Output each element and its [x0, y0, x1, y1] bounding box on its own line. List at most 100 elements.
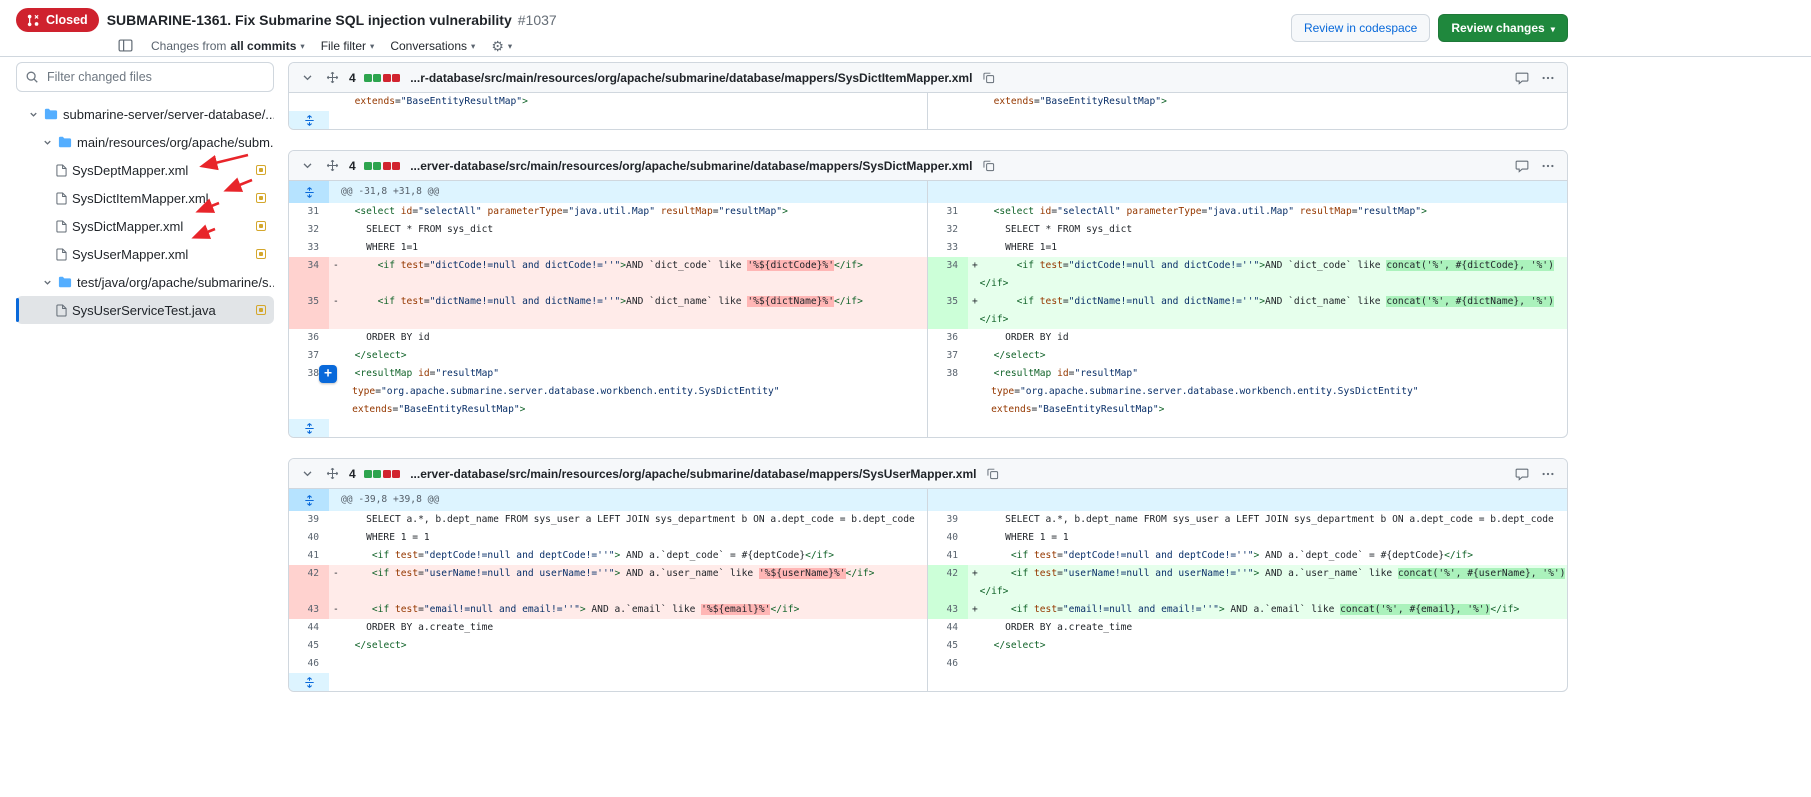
diff-sign: [968, 239, 982, 257]
line-number[interactable]: 35: [928, 293, 968, 329]
line-number[interactable]: 38: [928, 365, 968, 419]
drag-handle-icon[interactable]: [324, 465, 341, 482]
tree-file-item[interactable]: SysDictItemMapper.xml: [16, 184, 274, 212]
line-number[interactable]: 37: [928, 347, 968, 365]
tree-folder-item[interactable]: main/resources/org/apache/subm...: [16, 128, 274, 156]
line-number[interactable]: 32: [289, 221, 329, 239]
code-cell: [329, 655, 927, 673]
line-number[interactable]: 36: [289, 329, 329, 347]
file-menu-button[interactable]: [1539, 157, 1557, 175]
line-number[interactable]: 31: [289, 203, 329, 221]
diff-sign: +: [968, 257, 982, 275]
file-filter-dropdown[interactable]: File filter ▾: [321, 39, 375, 53]
comment-button[interactable]: [1513, 157, 1531, 175]
diff-line: 33 WHERE 1=133 WHERE 1=1: [289, 239, 1567, 257]
copy-path-button[interactable]: [984, 465, 1001, 482]
tree-item-label: main/resources/org/apache/subm...: [77, 135, 274, 150]
line-number[interactable]: [928, 93, 968, 111]
filter-changed-files-input[interactable]: [16, 62, 274, 92]
line-number[interactable]: 45: [928, 637, 968, 655]
review-in-codespace-button[interactable]: Review in codespace: [1291, 14, 1430, 42]
conversations-dropdown[interactable]: Conversations ▾: [390, 39, 475, 53]
line-number[interactable]: [289, 93, 329, 111]
line-number[interactable]: 37: [289, 347, 329, 365]
line-number[interactable]: 34: [289, 257, 329, 293]
file-icon: [56, 248, 67, 261]
expand-hunk-button[interactable]: [289, 181, 329, 203]
line-number[interactable]: 46: [928, 655, 968, 673]
tree-item-label: test/java/org/apache/submarine/s...: [77, 275, 274, 290]
code-cell: - <if test="userName!=null and userName!…: [329, 565, 927, 601]
diff-sign: [968, 203, 982, 221]
line-number[interactable]: 43: [289, 601, 329, 619]
file-tree-toggle-button[interactable]: [116, 36, 135, 55]
collapse-file-button[interactable]: [299, 157, 316, 174]
line-number[interactable]: 39: [289, 511, 329, 529]
line-number[interactable]: 33: [289, 239, 329, 257]
review-changes-button[interactable]: Review changes ▾: [1438, 14, 1568, 42]
pr-actions: Review in codespace Review changes ▾: [1291, 14, 1568, 42]
line-number[interactable]: 36: [928, 329, 968, 347]
code-cell: <resultMap id="resultMap" type="org.apac…: [968, 365, 1567, 419]
line-number[interactable]: 32: [928, 221, 968, 239]
diffstat-square: [364, 470, 372, 478]
diff-sign: [329, 619, 343, 637]
collapse-file-button[interactable]: [299, 69, 316, 86]
diff-line: extends="BaseEntityResultMap"> extends="…: [289, 93, 1567, 111]
collapse-file-button[interactable]: [299, 465, 316, 482]
drag-handle-icon[interactable]: [324, 69, 341, 86]
changes-from-dropdown[interactable]: Changes from all commits ▾: [151, 39, 305, 53]
line-number[interactable]: 41: [289, 547, 329, 565]
code-cell: <if test="deptCode!=null and deptCode!='…: [968, 547, 1567, 565]
line-number[interactable]: 31: [928, 203, 968, 221]
drag-handle-icon[interactable]: [324, 157, 341, 174]
code-cell: extends="BaseEntityResultMap">: [329, 93, 927, 111]
diff-line: 38 <resultMap id="resultMap" type="org.a…: [289, 365, 1567, 419]
expand-hunk-button[interactable]: [289, 489, 329, 511]
diffstat-square: [392, 470, 400, 478]
line-number[interactable]: 44: [289, 619, 329, 637]
line-number[interactable]: 46: [289, 655, 329, 673]
line-number[interactable]: 42: [289, 565, 329, 601]
line-number[interactable]: 35: [289, 293, 329, 329]
file-path: ...erver-database/src/main/resources/org…: [410, 467, 976, 481]
expand-diff-button[interactable]: [289, 419, 329, 437]
diff-settings-dropdown[interactable]: ⚙ ▾: [491, 39, 512, 53]
comment-button[interactable]: [1513, 69, 1531, 87]
tree-item-label: SysUserServiceTest.java: [72, 303, 216, 318]
line-number[interactable]: 43: [928, 601, 968, 619]
file-menu-button[interactable]: [1539, 465, 1557, 483]
file-menu-button[interactable]: [1539, 69, 1557, 87]
line-number[interactable]: 39: [928, 511, 968, 529]
tree-folder-item[interactable]: submarine-server/server-database/...: [16, 100, 274, 128]
tree-file-item[interactable]: SysUserServiceTest.java: [16, 296, 274, 324]
expand-diff-button[interactable]: [289, 111, 329, 129]
tree-file-item[interactable]: SysUserMapper.xml: [16, 240, 274, 268]
diff-line: 31 <select id="selectAll" parameterType=…: [289, 203, 1567, 221]
diff-line: 37 </select>37 </select>: [289, 347, 1567, 365]
tree-file-item[interactable]: SysDeptMapper.xml: [16, 156, 274, 184]
copy-path-button[interactable]: [980, 69, 997, 86]
diff-sign: [968, 547, 982, 565]
code-cell: + <if test="dictName!=null and dictName!…: [968, 293, 1567, 329]
add-comment-button[interactable]: +: [319, 365, 337, 383]
line-number[interactable]: 42: [928, 565, 968, 601]
tree-item-label: SysDictMapper.xml: [72, 219, 183, 234]
diff-sign: +: [968, 293, 982, 311]
copy-path-button[interactable]: [980, 157, 997, 174]
line-number[interactable]: 34: [928, 257, 968, 293]
code-cell: WHERE 1=1: [329, 239, 927, 257]
tree-file-item[interactable]: SysDictMapper.xml: [16, 212, 274, 240]
expand-diff-button[interactable]: [289, 673, 329, 691]
line-number[interactable]: 45: [289, 637, 329, 655]
line-number[interactable]: 41: [928, 547, 968, 565]
line-number[interactable]: 33: [928, 239, 968, 257]
tree-folder-item[interactable]: test/java/org/apache/submarine/s...: [16, 268, 274, 296]
line-number[interactable]: 40: [289, 529, 329, 547]
line-number[interactable]: 44: [928, 619, 968, 637]
diffstat: [364, 74, 401, 82]
code-cell: SELECT * FROM sys_dict: [329, 221, 927, 239]
comment-button[interactable]: [1513, 465, 1531, 483]
line-number[interactable]: 40: [928, 529, 968, 547]
pr-status-label: Closed: [46, 12, 88, 28]
